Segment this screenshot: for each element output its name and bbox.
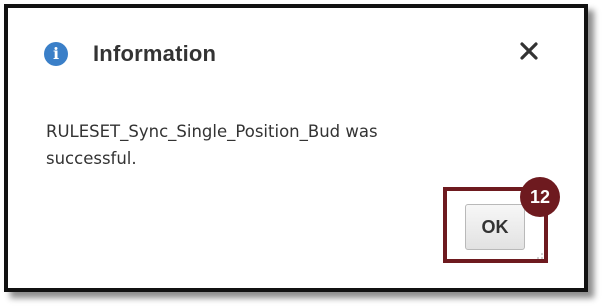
info-icon: i <box>44 42 68 66</box>
resize-grip-icon[interactable] <box>536 252 544 260</box>
dialog-title: Information <box>93 41 217 66</box>
step-number-badge: 12 <box>520 177 560 217</box>
close-button[interactable] <box>514 36 544 66</box>
ok-button[interactable]: OK <box>465 204 525 250</box>
screenshot-frame: i Information RULESET_Sync_Single_Positi… <box>0 0 603 308</box>
dialog-header: i Information <box>44 38 216 70</box>
dialog-message: RULESET_Sync_Single_Position_Bud was suc… <box>46 122 378 168</box>
close-icon <box>520 42 538 60</box>
